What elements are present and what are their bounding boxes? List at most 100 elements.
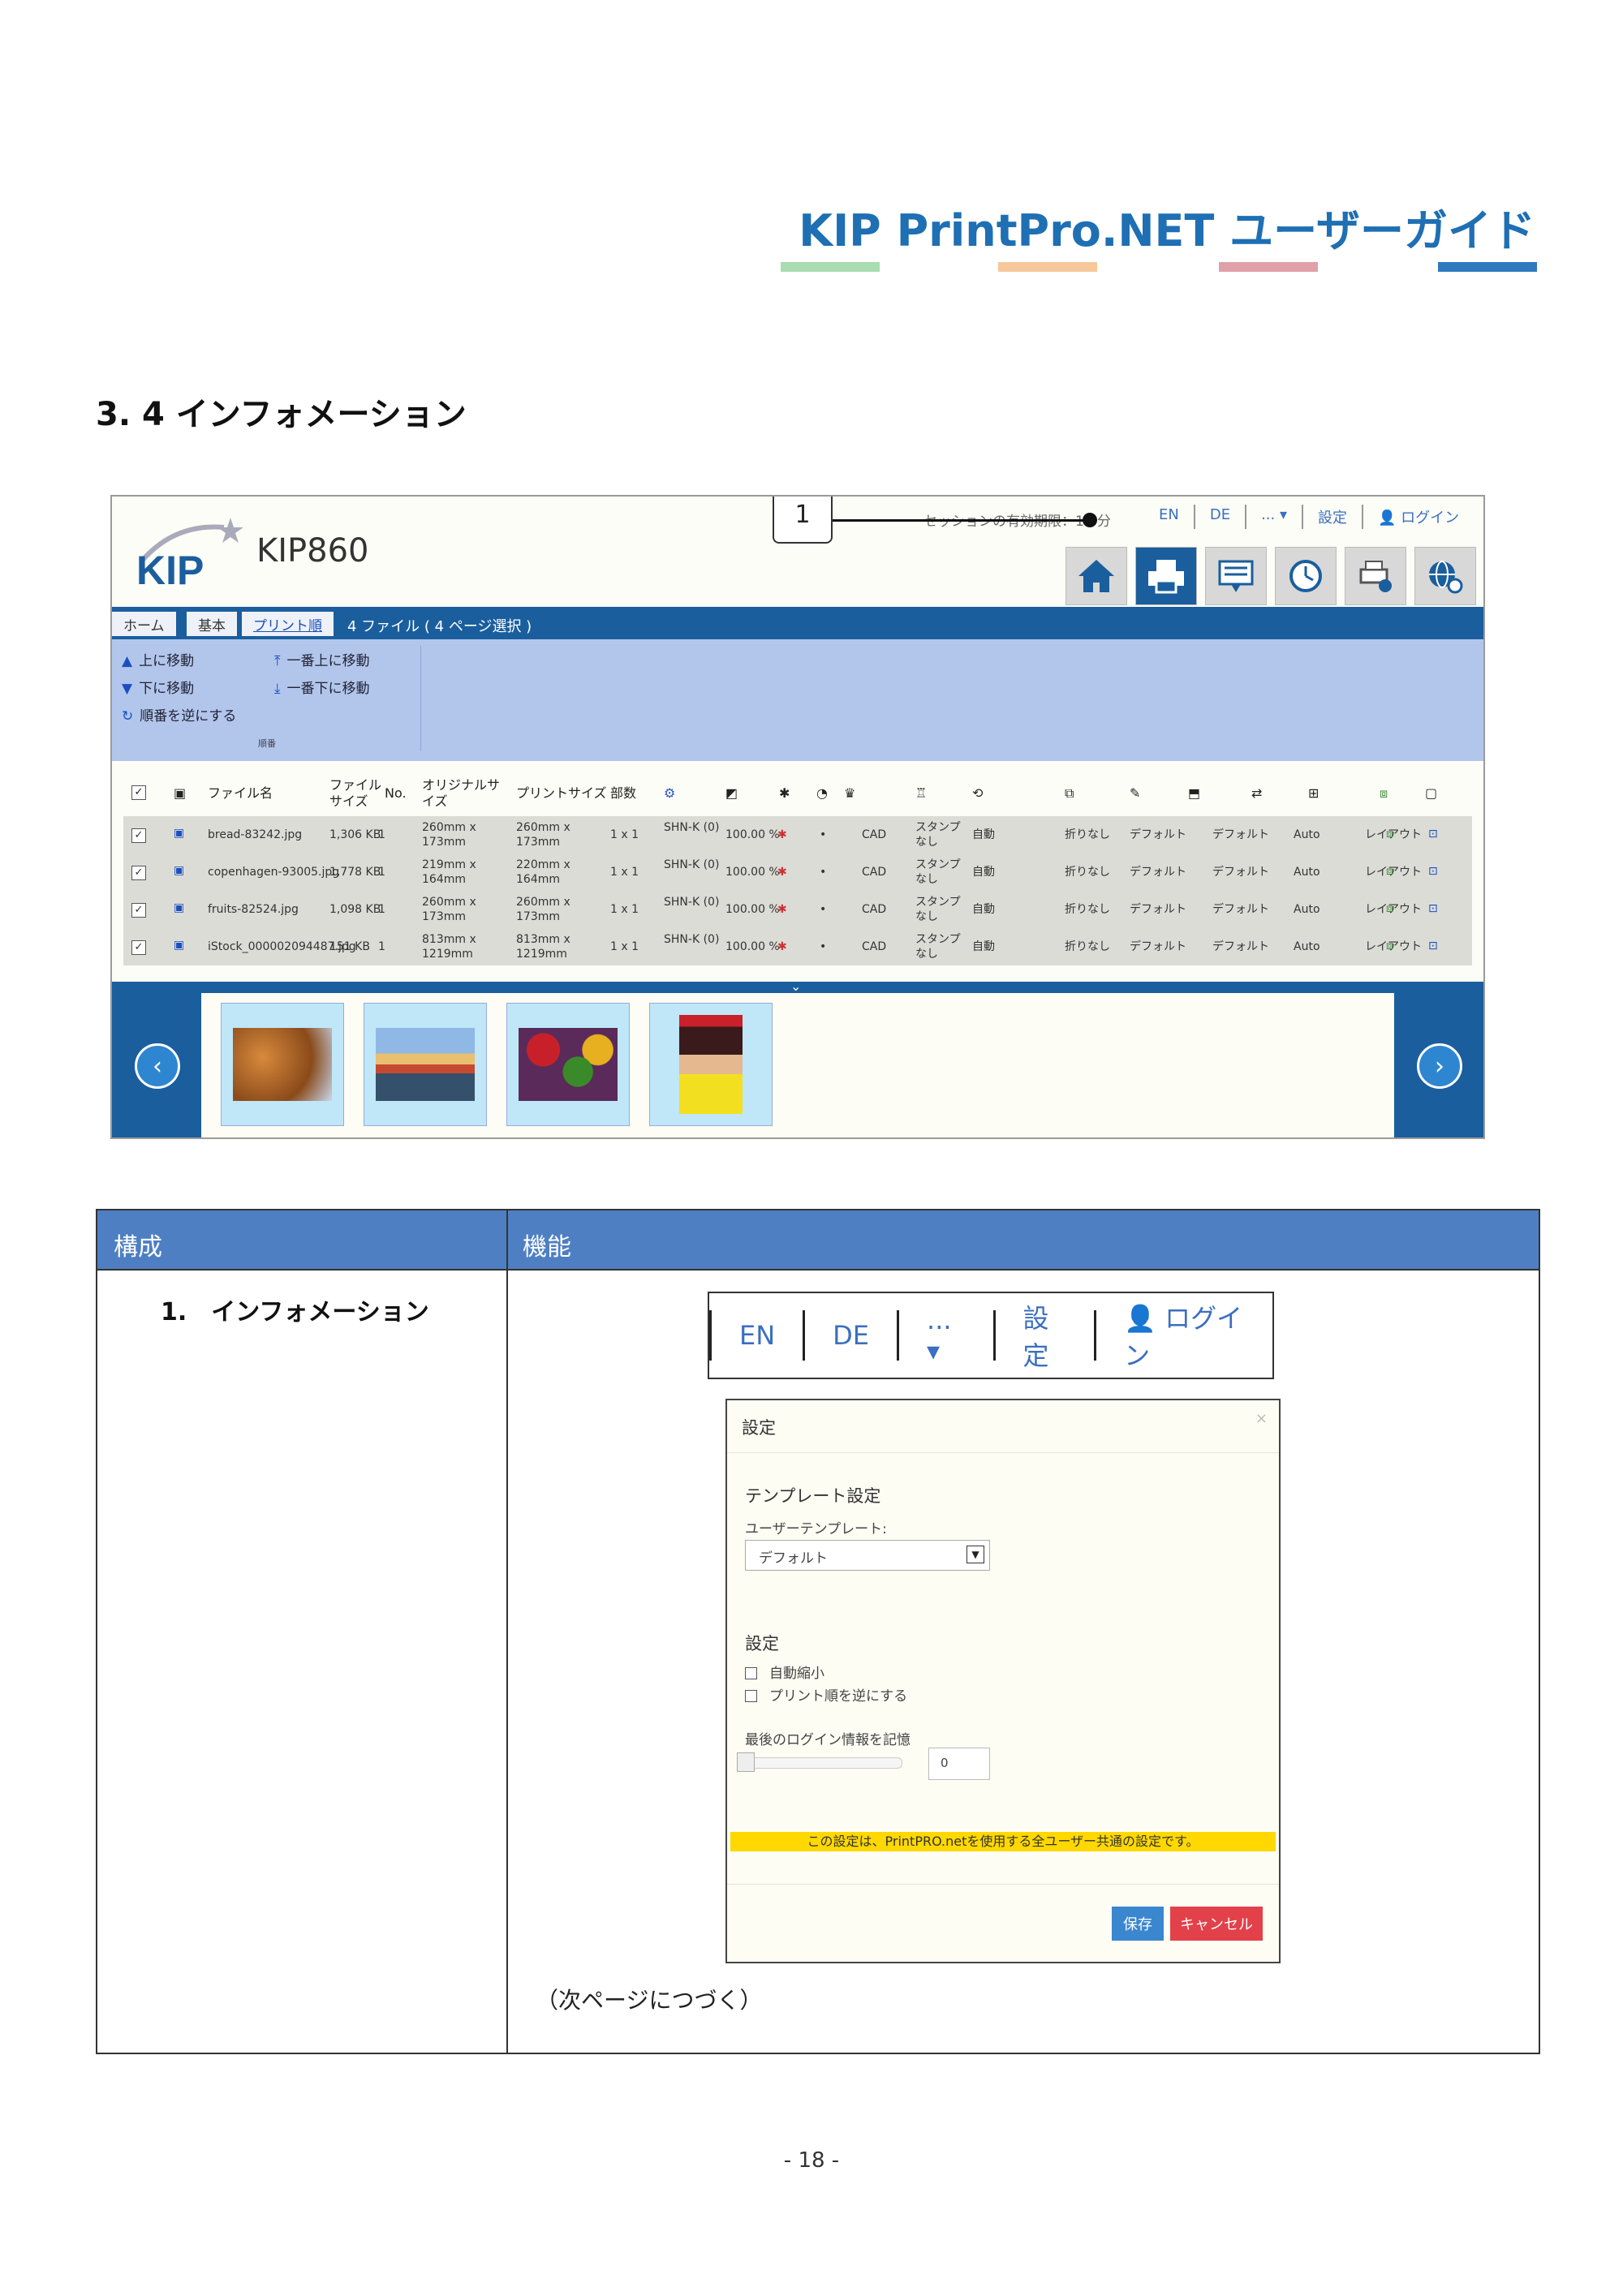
nav-login[interactable]: 👤 ログイン bbox=[1362, 505, 1474, 529]
row-checkbox[interactable]: ✓ bbox=[131, 866, 146, 880]
auto-reduce-checkbox[interactable] bbox=[745, 1665, 757, 1680]
header-rule bbox=[97, 1269, 1539, 1271]
row-checkbox[interactable]: ✓ bbox=[131, 828, 146, 843]
printer-model: KIP860 bbox=[256, 532, 369, 570]
callout-number: 1 bbox=[773, 497, 833, 544]
cell-def1: デフォルト bbox=[1130, 866, 1186, 879]
preview-icon[interactable]: ⧈ bbox=[1386, 864, 1393, 879]
preview-icon[interactable]: ⧈ bbox=[1386, 827, 1393, 841]
table-row[interactable]: ✓ ▣ fruits-82524.jpg 1,098 KB 1 260mm x 173mm… bbox=[123, 891, 1472, 928]
cancel-button[interactable]: キャンセル bbox=[1170, 1907, 1263, 1941]
lang-settings[interactable]: 設定 bbox=[992, 1303, 1095, 1371]
remember-login-number[interactable]: 0 bbox=[928, 1748, 990, 1780]
header-checkbox[interactable]: ✓ bbox=[131, 785, 146, 800]
nav-settings[interactable]: 設定 bbox=[1302, 505, 1362, 529]
cell-name: copenhagen-93005.jpg bbox=[208, 866, 340, 879]
cell-orig: 260mm x 173mm bbox=[422, 896, 476, 923]
home-icon[interactable] bbox=[1065, 547, 1127, 605]
col-filename[interactable]: ファイル名 bbox=[208, 785, 273, 802]
chevron-down-icon[interactable]: ⌄ bbox=[790, 978, 801, 994]
fold-header-icon: ⧉ bbox=[1065, 785, 1074, 801]
cell-size: 1,778 KB bbox=[329, 866, 381, 879]
move-top-button[interactable]: ⤒ 一番上に移動 bbox=[274, 649, 370, 669]
document-title: KIP PrintPro.NET ユーザーガイド bbox=[799, 205, 1535, 256]
color-icon[interactable]: ✱ bbox=[777, 865, 787, 879]
cell-auto: 自動 bbox=[972, 828, 995, 841]
move-down-button[interactable]: ▼ 下に移動 bbox=[122, 677, 194, 697]
callout-dot bbox=[1083, 513, 1097, 527]
cell-print: 220mm x 164mm bbox=[516, 858, 570, 886]
nav-en[interactable]: EN bbox=[1144, 505, 1194, 529]
col-print-size[interactable]: プリントサイズ bbox=[516, 785, 607, 802]
reverse-order-label: プリント順を逆にする bbox=[769, 1688, 908, 1705]
save-button[interactable]: 保存 bbox=[1112, 1907, 1164, 1941]
reverse-order-checkbox[interactable] bbox=[745, 1688, 757, 1703]
col-filesize[interactable]: ファイル サイズ bbox=[329, 777, 386, 810]
col-no[interactable]: No. bbox=[385, 785, 407, 802]
cell-def2: デフォルト bbox=[1212, 940, 1269, 953]
next-page-button[interactable]: › bbox=[1394, 993, 1483, 1137]
table-row[interactable]: ✓ ▣ copenhagen-93005.jpg 1,778 KB 1 219mm x 1… bbox=[123, 853, 1472, 891]
move-up-button[interactable]: ▲ 上に移動 bbox=[122, 649, 194, 669]
page-icon[interactable]: ⊡ bbox=[1428, 827, 1438, 841]
page-header-icon: ▢ bbox=[1425, 785, 1438, 801]
column-rule bbox=[506, 1210, 508, 2053]
print-status-icon[interactable] bbox=[1345, 547, 1406, 605]
toolbar-group-label: 順番 bbox=[258, 738, 276, 749]
bottom-arrow-icon: ⤓ bbox=[274, 681, 281, 697]
cell-cad: CAD bbox=[862, 940, 887, 953]
title-stripe-red bbox=[1219, 262, 1318, 272]
nav-de[interactable]: DE bbox=[1193, 505, 1245, 529]
table-row[interactable]: ✓ ▣ iStock_000002094487.jpg 151 KB 1 813mm x … bbox=[123, 928, 1472, 965]
chevron-right-icon: › bbox=[1417, 1043, 1462, 1089]
preview-icon[interactable]: ⧈ bbox=[1386, 901, 1393, 916]
thumbnail-fruits[interactable] bbox=[506, 1003, 630, 1126]
cell-stamp: スタンプなし bbox=[915, 821, 961, 849]
thumbnail-copenhagen[interactable] bbox=[364, 1003, 487, 1126]
table-row[interactable]: ✓ ▣ bread-83242.jpg 1,306 KB 1 260mm x 173mm 2… bbox=[123, 816, 1472, 853]
preview-icon[interactable]: ⧈ bbox=[1386, 939, 1393, 953]
cell-copies: 1 x 1 bbox=[610, 940, 639, 953]
row-checkbox[interactable]: ✓ bbox=[131, 940, 146, 955]
message-icon[interactable] bbox=[1205, 547, 1267, 605]
lang-more[interactable]: ... ▾ bbox=[897, 1305, 992, 1366]
cell-auto2: Auto bbox=[1294, 828, 1320, 841]
slider-handle[interactable] bbox=[737, 1752, 755, 1772]
cell-layout: レイアウト bbox=[1365, 903, 1422, 916]
nav-more[interactable]: ... ▾ bbox=[1245, 505, 1302, 529]
globe-settings-icon[interactable] bbox=[1414, 547, 1476, 605]
reverse-order-button[interactable]: ↻ 順番を逆にする bbox=[122, 704, 236, 724]
cell-fold: 折りなし bbox=[1065, 866, 1110, 879]
tab-print-order[interactable]: プリント順 bbox=[242, 612, 334, 636]
row-checkbox[interactable]: ✓ bbox=[131, 903, 146, 918]
close-icon[interactable]: × bbox=[1255, 1410, 1268, 1427]
color-icon[interactable]: ✱ bbox=[777, 939, 787, 954]
thumbnail-bread[interactable] bbox=[221, 1003, 344, 1126]
printer-icon[interactable] bbox=[1135, 547, 1197, 605]
clock-icon[interactable] bbox=[1275, 547, 1337, 605]
prev-page-button[interactable]: ‹ bbox=[112, 993, 201, 1137]
page-icon[interactable]: ⊡ bbox=[1428, 864, 1438, 879]
thumbnail-portrait[interactable] bbox=[649, 1003, 773, 1126]
template-heading: テンプレート設定 bbox=[745, 1486, 881, 1506]
tab-home[interactable]: ホーム bbox=[112, 612, 176, 636]
panel-divider[interactable]: ⌄ bbox=[112, 978, 1483, 994]
lang-login[interactable]: 👤 ログイン bbox=[1094, 1303, 1272, 1371]
page-icon[interactable]: ⊡ bbox=[1428, 901, 1438, 916]
cell-def1: デフォルト bbox=[1130, 828, 1186, 841]
cell-def2: デフォルト bbox=[1212, 828, 1269, 841]
col-copies[interactable]: 部数 bbox=[610, 785, 636, 802]
cell-orig: 260mm x 173mm bbox=[422, 821, 476, 849]
move-bottom-button[interactable]: ⤓ 一番下に移動 bbox=[274, 677, 370, 697]
color-icon[interactable]: ✱ bbox=[777, 902, 787, 917]
col-original-size[interactable]: オリジナルサイズ bbox=[422, 777, 513, 810]
lang-en[interactable]: EN bbox=[709, 1310, 803, 1361]
lang-de[interactable]: DE bbox=[803, 1310, 897, 1361]
settings-heading: 設定 bbox=[745, 1634, 779, 1653]
user-template-select[interactable]: デフォルト ▼ bbox=[745, 1540, 990, 1571]
page-icon[interactable]: ⊡ bbox=[1428, 939, 1438, 953]
kip-logo-icon: KIP bbox=[136, 518, 243, 593]
color-icon[interactable]: ✱ bbox=[777, 828, 787, 842]
remember-login-slider[interactable] bbox=[738, 1757, 902, 1769]
tab-basic[interactable]: 基本 bbox=[187, 612, 237, 636]
